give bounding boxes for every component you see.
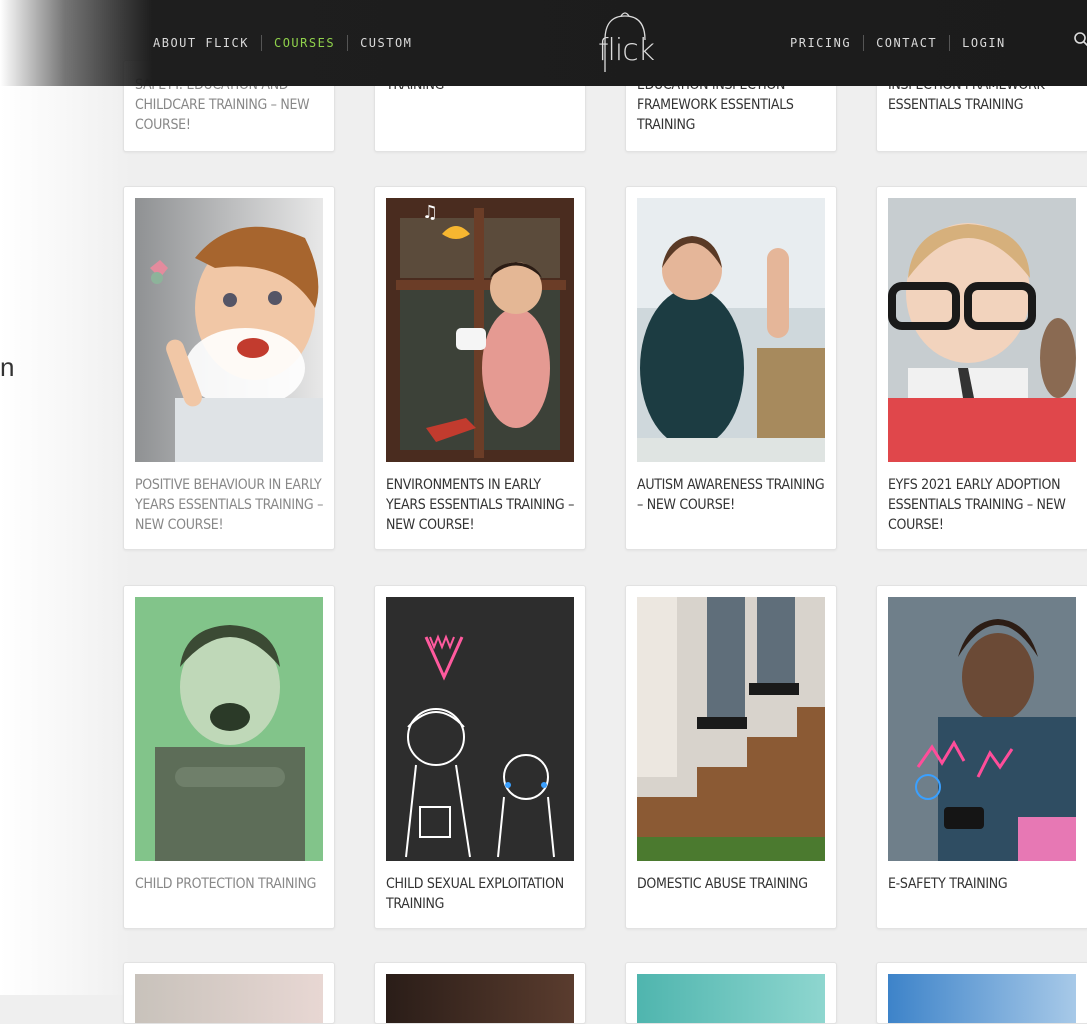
course-title[interactable]: POSITIVE BEHAVIOUR IN EARLY YEARS ESSENT… bbox=[135, 475, 327, 535]
nav-courses[interactable]: COURSES bbox=[262, 36, 347, 50]
search-icon[interactable] bbox=[1074, 32, 1087, 48]
nav-pricing[interactable]: PRICING bbox=[790, 36, 863, 50]
course-card[interactable] bbox=[625, 962, 837, 1024]
course-title[interactable]: CHILD SEXUAL EXPLOITATION TRAINING bbox=[386, 874, 578, 914]
course-card[interactable] bbox=[876, 962, 1087, 1024]
nav-contact[interactable]: CONTACT bbox=[864, 36, 949, 50]
course-image[interactable] bbox=[888, 974, 1076, 1024]
svg-text:♫: ♫ bbox=[422, 202, 438, 223]
logo-text[interactable]: flick bbox=[598, 33, 654, 68]
course-image[interactable] bbox=[637, 974, 825, 1024]
left-fade bbox=[0, 0, 130, 995]
course-card[interactable]: POSITIVE BEHAVIOUR IN EARLY YEARS ESSENT… bbox=[123, 186, 335, 550]
primary-nav-right: PRICING CONTACT LOGIN bbox=[790, 0, 1018, 86]
course-card[interactable]: ♫ ENVIRONMENTS IN EARLY YEARS ESSENTIALS… bbox=[374, 186, 586, 550]
course-image[interactable] bbox=[135, 198, 323, 462]
sidebar-text-fragment: n bbox=[0, 352, 14, 383]
primary-nav-left: ABOUT FLICK COURSES CUSTOM bbox=[153, 0, 424, 86]
course-title[interactable]: DOMESTIC ABUSE TRAINING bbox=[637, 874, 829, 894]
course-card[interactable]: CHILD SEXUAL EXPLOITATION TRAINING bbox=[374, 585, 586, 929]
course-image[interactable] bbox=[386, 597, 574, 861]
course-title[interactable]: AUTISM AWARENESS TRAINING – NEW COURSE! bbox=[637, 475, 829, 515]
course-image[interactable] bbox=[637, 198, 825, 462]
course-title[interactable]: ENVIRONMENTS IN EARLY YEARS ESSENTIALS T… bbox=[386, 475, 578, 535]
course-card[interactable]: CHILD PROTECTION TRAINING bbox=[123, 585, 335, 929]
course-image[interactable]: ♫ bbox=[386, 198, 574, 462]
course-card[interactable]: EYFS 2021 EARLY ADOPTION ESSENTIALS TRAI… bbox=[876, 186, 1087, 550]
course-image[interactable] bbox=[386, 974, 574, 1024]
course-image[interactable] bbox=[135, 974, 323, 1024]
course-card[interactable]: DOMESTIC ABUSE TRAINING bbox=[625, 585, 837, 929]
top-navigation-bar: ABOUT FLICK COURSES CUSTOM flick PRICING… bbox=[0, 0, 1087, 86]
course-image[interactable] bbox=[135, 597, 323, 861]
course-card[interactable]: E-SAFETY TRAINING bbox=[876, 585, 1087, 929]
course-title[interactable]: EYFS 2021 EARLY ADOPTION ESSENTIALS TRAI… bbox=[888, 475, 1080, 535]
course-card[interactable]: AUTISM AWARENESS TRAINING – NEW COURSE! bbox=[625, 186, 837, 550]
course-card[interactable] bbox=[374, 962, 586, 1024]
course-image[interactable] bbox=[888, 597, 1076, 861]
nav-custom[interactable]: CUSTOM bbox=[348, 36, 424, 50]
course-image[interactable] bbox=[888, 198, 1076, 462]
nav-login[interactable]: LOGIN bbox=[950, 36, 1018, 50]
nav-about-flick[interactable]: ABOUT FLICK bbox=[153, 36, 261, 50]
course-image[interactable] bbox=[637, 597, 825, 861]
course-title[interactable]: CHILD PROTECTION TRAINING bbox=[135, 874, 327, 894]
course-card[interactable] bbox=[123, 962, 335, 1024]
course-title[interactable]: E-SAFETY TRAINING bbox=[888, 874, 1080, 894]
